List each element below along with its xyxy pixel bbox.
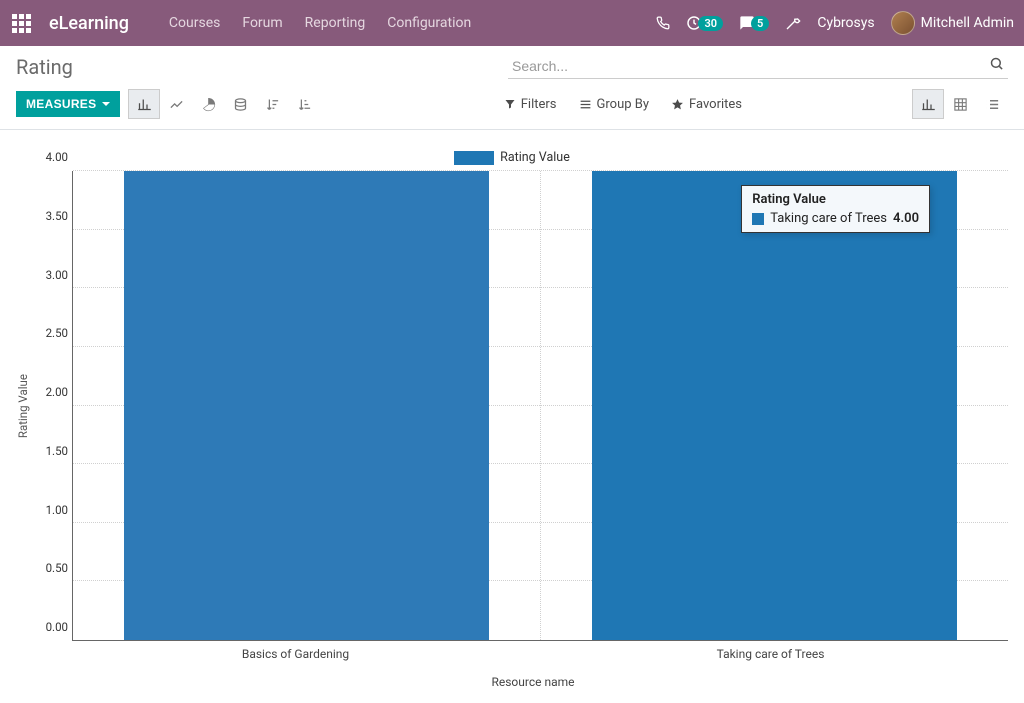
- caret-icon: [102, 102, 110, 106]
- y-tick: 2.00: [46, 385, 68, 399]
- groupby-label: Group By: [597, 97, 650, 112]
- list-view-button[interactable]: [976, 89, 1008, 119]
- nav-item-courses[interactable]: Courses: [169, 15, 220, 31]
- control-panel: Rating MEASURES: [0, 46, 1024, 130]
- pie-chart-button[interactable]: [192, 89, 224, 119]
- y-axis-label: Rating Value: [16, 374, 30, 438]
- groupby-dropdown[interactable]: Group By: [579, 97, 650, 112]
- graph-view-button[interactable]: [912, 89, 944, 119]
- sort-desc-button[interactable]: [256, 89, 288, 119]
- y-axis: 0.00 0.50 1.00 1.50 2.00 2.50 3.00 3.50 …: [34, 171, 72, 641]
- messages-button[interactable]: 5: [739, 15, 769, 31]
- bar-taking-care-of-trees[interactable]: [592, 171, 956, 640]
- bar-basics-of-gardening[interactable]: [124, 171, 488, 640]
- y-tick: 0.00: [46, 620, 68, 634]
- company-switcher[interactable]: Cybrosys: [817, 15, 874, 31]
- favorites-label: Favorites: [689, 97, 742, 112]
- y-tick: 4.00: [46, 150, 68, 164]
- page-title: Rating: [16, 55, 73, 79]
- x-axis-label: Resource name: [58, 675, 1008, 689]
- bar-slot: [540, 171, 1008, 640]
- x-tick: Taking care of Trees: [533, 641, 1008, 673]
- sort-asc-button[interactable]: [288, 89, 320, 119]
- filter-icon: [504, 98, 516, 110]
- y-tick: 3.00: [46, 268, 68, 282]
- legend-label: Rating Value: [500, 150, 570, 165]
- pivot-view-button[interactable]: [944, 89, 976, 119]
- app-brand[interactable]: eLearning: [49, 13, 129, 34]
- x-axis: Basics of Gardening Taking care of Trees: [58, 641, 1008, 673]
- phone-icon[interactable]: [656, 16, 670, 30]
- x-tick: Basics of Gardening: [58, 641, 533, 673]
- legend-swatch: [454, 151, 494, 165]
- measures-label: MEASURES: [26, 97, 96, 111]
- messages-badge: 5: [751, 16, 769, 31]
- avatar: [891, 11, 915, 35]
- bars-container: [73, 171, 1008, 640]
- nav-item-forum[interactable]: Forum: [242, 15, 282, 31]
- star-icon: [671, 98, 684, 111]
- nav-item-reporting[interactable]: Reporting: [305, 15, 366, 31]
- nav-menu: Courses Forum Reporting Configuration: [169, 15, 471, 31]
- filters-dropdown[interactable]: Filters: [504, 97, 557, 112]
- chart-legend[interactable]: Rating Value: [16, 150, 1008, 165]
- chart-type-group: [128, 89, 320, 119]
- y-tick: 1.00: [46, 503, 68, 517]
- user-name: Mitchell Admin: [921, 15, 1014, 31]
- search-icon[interactable]: [989, 56, 1004, 71]
- measures-button[interactable]: MEASURES: [16, 91, 120, 117]
- filters-label: Filters: [521, 97, 557, 112]
- activities-badge: 30: [698, 16, 723, 31]
- nav-item-configuration[interactable]: Configuration: [387, 15, 471, 31]
- stacked-button[interactable]: [224, 89, 256, 119]
- favorites-dropdown[interactable]: Favorites: [671, 97, 742, 112]
- navbar: eLearning Courses Forum Reporting Config…: [0, 0, 1024, 46]
- search-filters-group: Filters Group By Favorites: [504, 97, 742, 112]
- bar-chart-button[interactable]: [128, 89, 160, 119]
- y-tick: 2.50: [46, 326, 68, 340]
- y-tick: 1.50: [46, 444, 68, 458]
- nav-right: 30 5 Cybrosys Mitchell Admin: [656, 11, 1014, 35]
- line-chart-button[interactable]: [160, 89, 192, 119]
- search-input[interactable]: [508, 54, 1008, 79]
- groupby-icon: [579, 98, 592, 111]
- chart-area: Rating Value Rating Value 0.00 0.50 1.00…: [0, 130, 1024, 703]
- y-tick: 3.50: [46, 209, 68, 223]
- search-box: [508, 54, 1008, 79]
- chart-plot: Rating Value 0.00 0.50 1.00 1.50 2.00 2.…: [16, 171, 1008, 641]
- y-tick: 0.50: [46, 561, 68, 575]
- bar-slot: [73, 171, 540, 640]
- tools-icon[interactable]: [785, 15, 801, 31]
- apps-icon[interactable]: [12, 14, 31, 33]
- user-menu[interactable]: Mitchell Admin: [891, 11, 1014, 35]
- activities-button[interactable]: 30: [686, 15, 723, 31]
- view-switcher: [912, 89, 1008, 119]
- plot-box: Rating Value Taking care of Trees 4.00: [72, 171, 1008, 641]
